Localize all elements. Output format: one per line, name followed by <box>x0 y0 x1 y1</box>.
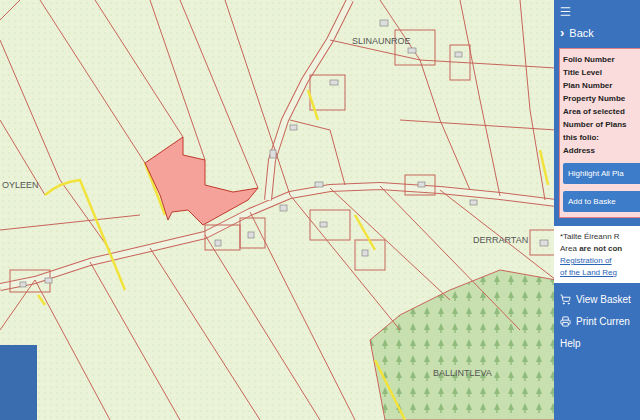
parcel-boundary <box>0 215 140 230</box>
boundary-line <box>540 150 548 185</box>
parcel-boundary <box>205 235 320 420</box>
field-label: Plan Number <box>563 80 640 91</box>
parcel-boundary <box>0 120 45 195</box>
parcel-boundary <box>35 280 110 420</box>
map-control[interactable] <box>0 345 37 420</box>
building <box>248 232 254 238</box>
parcel-boundary <box>520 0 545 200</box>
building <box>280 205 287 211</box>
building <box>380 20 388 26</box>
boundary-line <box>375 360 405 420</box>
notice-link[interactable]: Registration of <box>560 255 640 266</box>
back-button[interactable]: › Back <box>554 22 640 43</box>
place-label: OYLEEN <box>2 180 39 190</box>
action-button[interactable]: Highlight All Pla <box>563 163 640 184</box>
field-label: Number of Plans <box>563 119 640 130</box>
parcel-boundary <box>290 120 345 185</box>
building <box>315 182 323 187</box>
plot-boundary <box>310 75 345 110</box>
menu-item[interactable]: Help <box>560 335 640 351</box>
hamburger-icon[interactable] <box>559 5 572 18</box>
notice-line: Areaare not con <box>560 243 640 254</box>
place-label: DERRARTAN <box>473 235 528 245</box>
map[interactable]: SLINAUNROE OYLEEN DERRARTAN BALLINTLEVA <box>0 0 554 420</box>
parcel-boundary <box>0 0 20 20</box>
cart-icon <box>560 294 571 305</box>
side-panel: › Back Folio Number Title Level Plan Number P… <box>554 0 640 420</box>
notice-link[interactable]: of the Land Reg <box>560 267 640 278</box>
parcel-boundary <box>460 0 500 196</box>
top-bar <box>554 0 640 22</box>
road <box>0 186 554 287</box>
building <box>45 278 52 283</box>
menu-item[interactable]: Print Curren <box>560 313 640 329</box>
parcel-boundary <box>380 186 520 330</box>
parcel-boundary <box>250 212 355 420</box>
field-label: Title Level <box>563 67 640 78</box>
plot-boundary <box>310 210 350 240</box>
building <box>20 282 26 287</box>
parcel-boundary <box>400 120 554 130</box>
boundary-line <box>308 90 318 120</box>
plot-boundary <box>10 270 50 292</box>
back-label: Back <box>569 27 593 39</box>
property-info: Folio Number Title Level Plan Number Proper… <box>559 48 640 218</box>
parcel-boundary <box>290 195 400 330</box>
forest-area <box>370 270 554 420</box>
building <box>362 250 368 256</box>
parcel-boundary <box>95 0 183 137</box>
parcel-boundary <box>0 40 60 180</box>
parcel-boundary <box>380 0 470 190</box>
parcel-boundary <box>90 262 180 420</box>
place-label: BALLINTLEVA <box>433 368 492 378</box>
parcel-boundary <box>150 248 260 420</box>
plot-boundary <box>450 45 470 80</box>
field-label: this folio: <box>563 132 640 143</box>
plot-boundary <box>405 175 435 195</box>
action-button[interactable]: Add to Baske <box>563 191 640 212</box>
building <box>215 240 221 246</box>
place-label: SLINAUNROE <box>352 36 411 46</box>
map-canvas[interactable]: SLINAUNROE OYLEEN DERRARTAN BALLINTLEVA <box>0 0 554 420</box>
building <box>330 80 338 85</box>
parcel-boundary <box>330 188 450 300</box>
building <box>418 182 425 187</box>
building <box>470 200 477 205</box>
printer-icon <box>560 316 571 327</box>
building <box>320 222 327 227</box>
selected-parcel[interactable] <box>145 137 258 225</box>
notice-line: *Tailte Éireann R <box>560 231 640 242</box>
building <box>290 125 297 130</box>
building <box>455 52 462 57</box>
app: SLINAUNROE OYLEEN DERRARTAN BALLINTLEVA › Bac… <box>0 0 640 420</box>
field-label: Address <box>563 145 640 156</box>
field-label: Folio Number <box>563 54 640 65</box>
parcel-boundary <box>225 0 290 195</box>
building <box>540 240 548 246</box>
building <box>408 48 416 53</box>
parcel-boundary <box>0 280 35 330</box>
building <box>270 150 276 158</box>
panel-menu: View Basket Print Curren Help <box>554 283 640 351</box>
parcel-boundary <box>150 0 205 160</box>
parcel-boundary <box>40 0 145 163</box>
parcel-boundary <box>440 190 554 280</box>
field-label: Area of selected <box>563 106 640 117</box>
plot-boundary <box>355 240 385 270</box>
boundary-line <box>45 180 125 290</box>
plot-boundary <box>240 218 265 248</box>
boundary-line <box>355 215 375 250</box>
notice: *Tailte Éireann RAreaare not conRegistra… <box>554 226 640 283</box>
boundary-line <box>38 295 45 305</box>
road <box>268 0 350 200</box>
back-arrow: › <box>560 26 564 39</box>
field-label: Property Numbe <box>563 93 640 104</box>
plot-boundary <box>205 225 240 250</box>
plot-boundary <box>530 230 554 255</box>
menu-item[interactable]: View Basket <box>560 291 640 307</box>
